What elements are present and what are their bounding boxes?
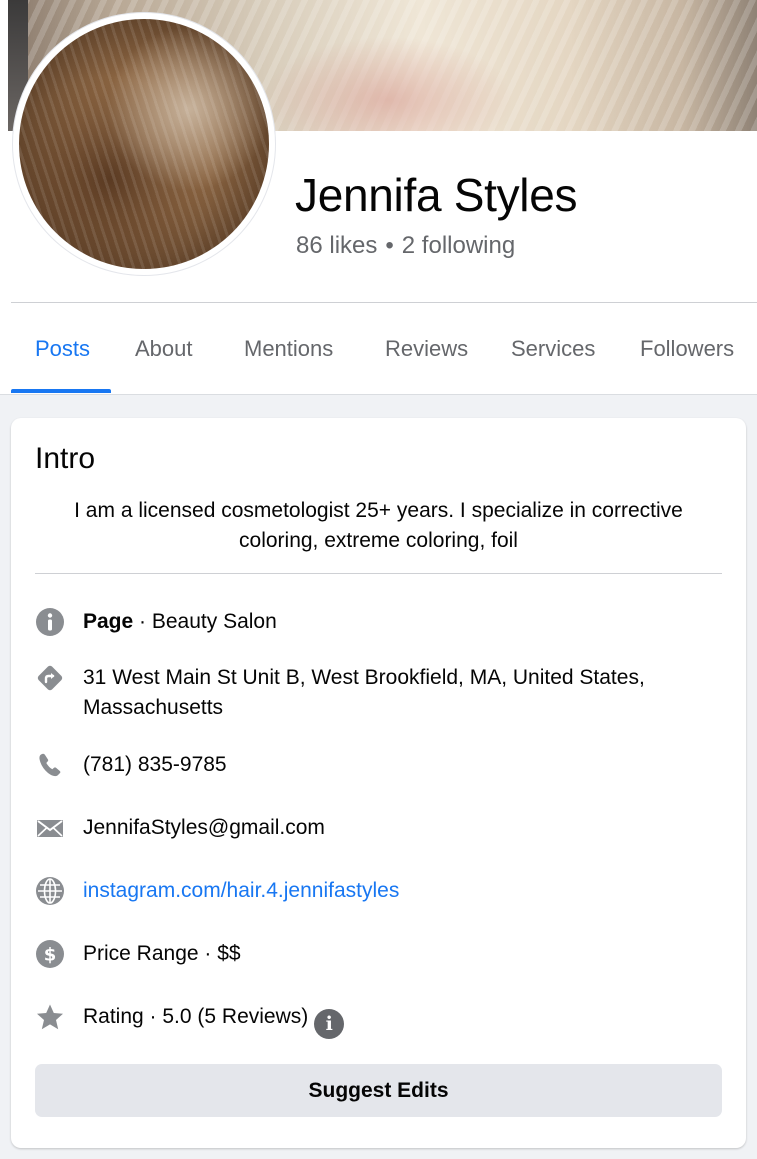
avatar[interactable] bbox=[19, 19, 269, 269]
info-icon bbox=[35, 607, 65, 637]
likes-count[interactable]: 86 likes bbox=[296, 232, 377, 259]
mail-icon bbox=[35, 813, 65, 843]
rating-text-wrap: Rating · 5.0 (5 Reviews) i bbox=[83, 1002, 723, 1039]
page-title: Jennifa Styles bbox=[295, 169, 578, 221]
intro-divider bbox=[35, 573, 722, 574]
page-stats: 86 likes • 2 following bbox=[296, 232, 515, 260]
active-tab-indicator bbox=[11, 389, 111, 393]
price-range-text: Price Range · $$ bbox=[83, 942, 241, 965]
dollar-icon: $ bbox=[35, 939, 65, 969]
globe-icon bbox=[35, 876, 65, 906]
stats-separator: • bbox=[385, 232, 394, 259]
directions-icon bbox=[35, 663, 65, 693]
suggest-edits-button[interactable]: Suggest Edits bbox=[35, 1064, 722, 1117]
phone-text[interactable]: (781) 835-9785 bbox=[83, 750, 723, 780]
category-value[interactable]: · Beauty Salon bbox=[133, 610, 277, 633]
page-root: Jennifa Styles 86 likes • 2 following Post… bbox=[0, 0, 757, 1159]
phone-icon bbox=[35, 750, 65, 780]
profile-tabs: Posts About Mentions Reviews Services Fo… bbox=[11, 303, 757, 395]
star-icon bbox=[35, 1002, 65, 1032]
website-link[interactable]: instagram.com/hair.4.jennifastyles bbox=[83, 876, 723, 906]
tab-mentions[interactable]: Mentions bbox=[244, 303, 333, 395]
svg-text:$: $ bbox=[44, 945, 57, 966]
profile-header: Jennifa Styles 86 likes • 2 following Post… bbox=[0, 0, 757, 395]
intro-card: Intro I am a licensed cosmetologist 25+ … bbox=[11, 418, 746, 1148]
tab-about[interactable]: About bbox=[135, 303, 193, 395]
intro-title: Intro bbox=[35, 442, 96, 475]
tab-services[interactable]: Services bbox=[511, 303, 595, 395]
header-bottom-border bbox=[0, 394, 757, 395]
address-text: 31 West Main St Unit B, West Brookfield,… bbox=[83, 666, 645, 719]
rating-info-icon[interactable]: i bbox=[314, 1009, 345, 1039]
tab-followers[interactable]: Followers bbox=[640, 303, 734, 395]
category-label: Page bbox=[83, 610, 134, 633]
tab-reviews[interactable]: Reviews bbox=[385, 303, 468, 395]
tab-posts[interactable]: Posts bbox=[35, 303, 90, 395]
rating-text: Rating · 5.0 (5 Reviews) bbox=[83, 1005, 309, 1028]
intro-bio: I am a licensed cosmetologist 25+ years.… bbox=[74, 499, 683, 552]
email-text[interactable]: JennifaStyles@gmail.com bbox=[83, 813, 723, 843]
category-text: Page · Beauty Salon bbox=[83, 607, 723, 637]
following-count[interactable]: 2 following bbox=[402, 232, 515, 259]
